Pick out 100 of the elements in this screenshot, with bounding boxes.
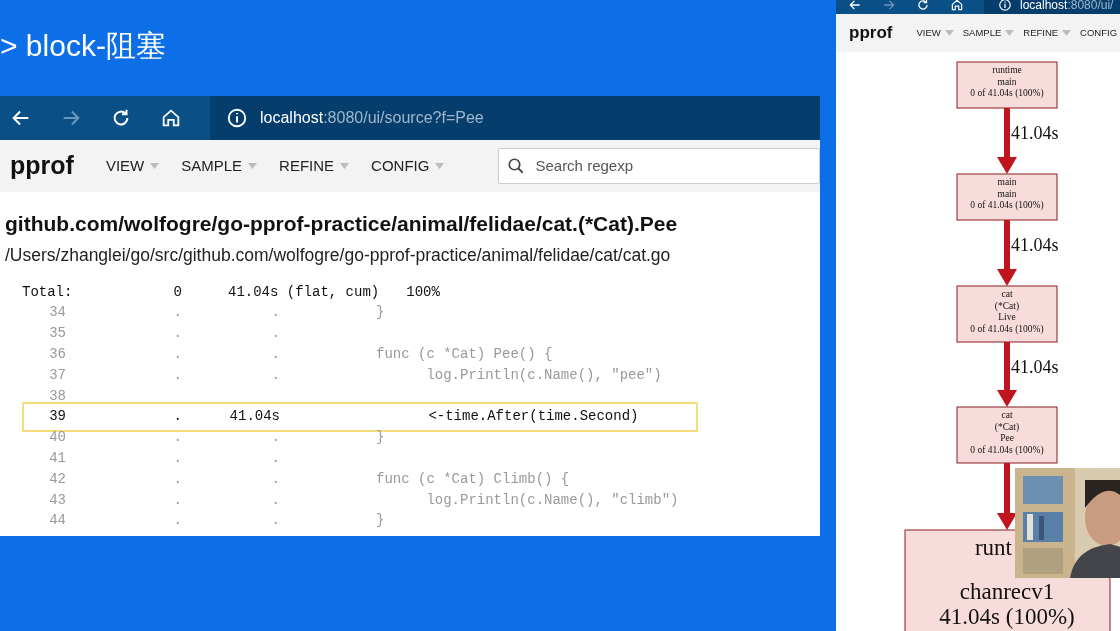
cum-value: .	[270, 469, 280, 489]
node-label: 0 of 41.04s (100%)	[970, 200, 1044, 210]
edge-label: 41.04s	[1011, 123, 1059, 143]
total-flat: 0	[172, 282, 182, 302]
home-icon[interactable]	[950, 0, 964, 12]
address-bar[interactable]: localhost:8080/ui/source?f=Pee	[210, 96, 820, 140]
node-label: 0 of 41.04s (100%)	[970, 88, 1044, 98]
total-cum: 41.04s (flat, cum)	[228, 282, 380, 302]
caret-icon	[150, 163, 160, 169]
line-number: 37	[48, 365, 66, 385]
total-percent: 100%	[406, 282, 440, 302]
node-label: main	[997, 76, 1017, 87]
graph-node[interactable]	[956, 285, 1058, 343]
node-label: Live	[998, 312, 1016, 322]
url-text: localhost:8080/ui/source?f=Pee	[260, 108, 484, 128]
menu-button[interactable]: VIEW	[105, 154, 160, 178]
menu-button[interactable]: VIEW	[916, 25, 954, 41]
cum-value: .	[270, 365, 280, 385]
flat-value: .	[172, 345, 182, 365]
line-number: 41	[48, 449, 66, 469]
line-number: 34	[48, 303, 66, 323]
node-label: main	[997, 177, 1017, 187]
address-bar[interactable]: localhost:8080/ui/	[984, 0, 1120, 14]
app-logo[interactable]: pprof	[10, 147, 74, 185]
info-icon[interactable]	[226, 107, 248, 129]
node-label: (*Cat)	[994, 300, 1020, 311]
node-label: runt	[974, 535, 1012, 560]
cum-value: 41.04s	[228, 407, 280, 427]
line-number: 43	[48, 490, 66, 510]
forward-icon[interactable]	[882, 0, 896, 12]
search-input[interactable]: Search regexp	[533, 153, 819, 179]
menu-button[interactable]: REFINE	[279, 154, 350, 178]
caret-icon	[248, 163, 258, 169]
line-number: 40	[48, 428, 66, 448]
menu-button[interactable]: REFINE	[1023, 25, 1072, 41]
url-text: localhost:8080/ui/	[1020, 0, 1114, 11]
menu-button[interactable]: CONFIG	[1080, 25, 1118, 41]
file-path: /Users/zhanglei/go/src/github.com/wolfogre/go-pprof-practice/animal/felidae/cat/cat.go	[5, 243, 672, 267]
cum-value: .	[270, 490, 280, 510]
code-line: <-time.After(time.Second)	[427, 407, 639, 427]
edge-label: 41.04s	[1011, 235, 1059, 255]
line-number: 44	[48, 511, 66, 531]
flat-value: .	[172, 469, 182, 489]
node-label: 0 of 41.04s (100%)	[970, 444, 1044, 455]
cum-value: .	[270, 345, 280, 365]
code-line: }	[376, 511, 385, 531]
function-title: github.com/wolfogre/go-pprof-practice/animal/felidae/cat.(*Cat).Pee	[5, 211, 679, 237]
cum-value: .	[270, 428, 280, 448]
edge-arrow	[997, 463, 1017, 530]
info-icon[interactable]	[998, 0, 1012, 12]
flat-value: .	[172, 428, 182, 448]
code-line: }	[376, 303, 385, 323]
menu-button[interactable]: SAMPLE	[181, 154, 258, 178]
node-label: main	[997, 188, 1017, 199]
node-label: runtime	[992, 65, 1022, 75]
caret-icon	[435, 163, 445, 169]
menu-button[interactable]: CONFIG	[371, 154, 445, 178]
search-icon	[507, 157, 526, 175]
cum-value: .	[270, 511, 280, 531]
code-line: func (c *Cat) Climb() {	[376, 469, 570, 489]
graph-node[interactable]	[956, 406, 1058, 464]
node-label: 0 of 41.04s (100%)	[970, 323, 1044, 334]
caret-icon	[944, 30, 954, 36]
line-number: 35	[48, 324, 66, 344]
flat-value: .	[172, 511, 182, 531]
node-label: cat	[1001, 410, 1013, 420]
edge-label: 41.04s	[1011, 356, 1059, 377]
slide-title: > block-阻塞	[0, 27, 166, 64]
app-logo[interactable]: pprof	[849, 20, 893, 46]
cum-value: .	[270, 303, 280, 323]
reload-icon[interactable]	[916, 0, 930, 12]
cum-value: .	[270, 449, 280, 469]
search-field[interactable]: Search regexp	[498, 148, 820, 184]
node-label: (*Cat)	[994, 421, 1020, 432]
caret-icon	[1005, 30, 1015, 36]
home-icon[interactable]	[160, 107, 182, 129]
line-number: 36	[48, 345, 66, 365]
caret-icon	[340, 163, 350, 169]
flat-value: .	[172, 365, 182, 385]
node-label: cat	[1001, 289, 1013, 299]
flat-value: .	[172, 449, 182, 469]
menu-button[interactable]: SAMPLE	[962, 25, 1015, 41]
node-label: Pee	[1000, 433, 1014, 443]
back-icon[interactable]	[848, 0, 862, 12]
graph-node[interactable]	[956, 173, 1058, 221]
line-number: 42	[48, 469, 66, 489]
code-line: log.Println(c.Name(), "climb")	[425, 490, 679, 510]
node-label: 41.04s (100%)	[939, 604, 1075, 629]
cum-value: .	[270, 324, 280, 344]
flat-value: .	[172, 324, 182, 344]
code-line: log.Println(c.Name(), "pee")	[425, 365, 662, 385]
code-line: func (c *Cat) Pee() {	[376, 345, 553, 365]
node-label: chanrecv1	[959, 579, 1055, 604]
code-line: }	[376, 428, 385, 448]
caret-icon	[1062, 30, 1072, 36]
line-number: 38	[48, 386, 66, 406]
graph-node[interactable]	[956, 61, 1058, 109]
flat-value: .	[172, 303, 182, 323]
flat-value: .	[172, 407, 182, 427]
line-number: 39	[48, 407, 66, 427]
